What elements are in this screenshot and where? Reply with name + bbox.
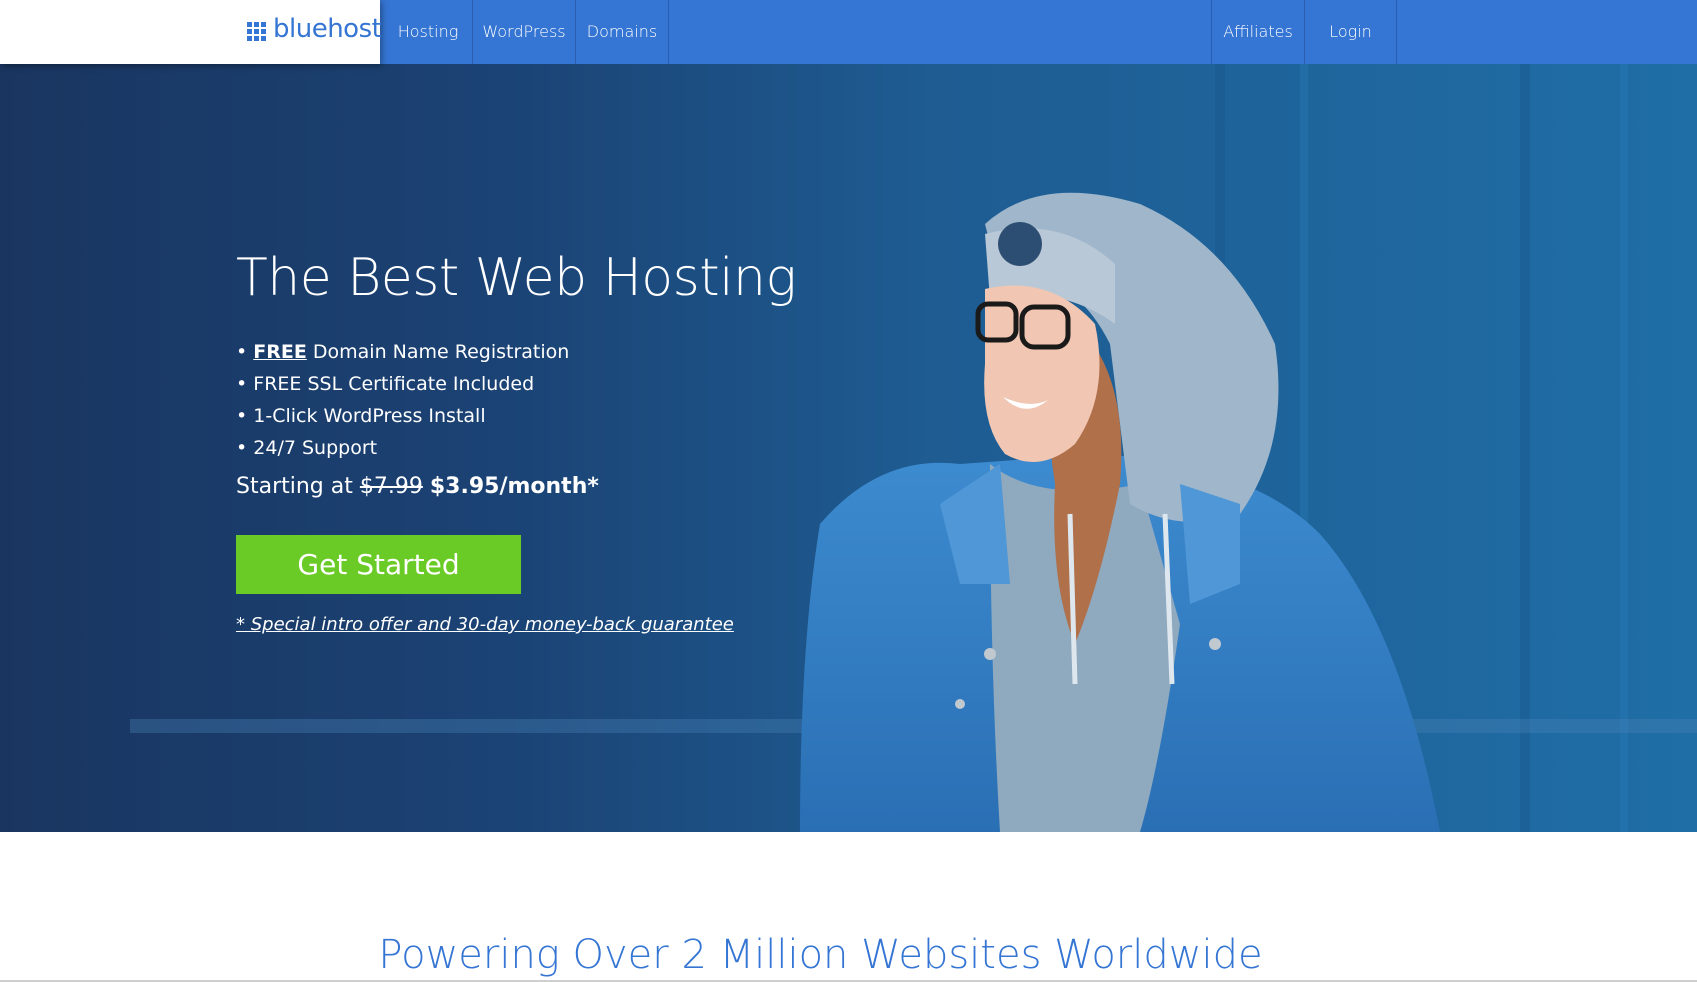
new-price: $3.95/month* xyxy=(429,474,599,499)
nav-item-wordpress[interactable]: WordPress xyxy=(473,0,576,64)
hero-title: The Best Web Hosting xyxy=(236,248,797,308)
list-item: • FREE Domain Name Registration xyxy=(236,341,570,363)
list-item: • FREE SSL Certificate Included xyxy=(236,373,535,395)
price-line: Starting at $7.99 $3.95/month* xyxy=(236,474,599,499)
price-prefix: Starting at xyxy=(236,474,353,499)
nav-item-login[interactable]: Login xyxy=(1304,0,1397,64)
top-navigation: bluehost Hosting WordPress Domains Affil… xyxy=(0,0,1697,64)
feature-list: • FREE Domain Name Registration • FREE S… xyxy=(236,336,569,464)
guarantee-link[interactable]: * Special intro offer and 30-day money-b… xyxy=(236,614,734,635)
get-started-button[interactable]: Get Started xyxy=(236,535,521,594)
nav-item-hosting[interactable]: Hosting xyxy=(384,0,473,64)
logo-text: bluehost xyxy=(273,14,382,44)
hero-banner: The Best Web Hosting • FREE Domain Name … xyxy=(0,64,1697,832)
grid-icon xyxy=(247,22,266,41)
section-heading: Powering Over 2 Million Websites Worldwi… xyxy=(378,932,1263,978)
nav-item-domains[interactable]: Domains xyxy=(576,0,669,64)
nav-item-affiliates[interactable]: Affiliates xyxy=(1211,0,1304,64)
logo-link[interactable]: bluehost xyxy=(0,0,382,64)
free-link[interactable]: FREE xyxy=(253,341,307,363)
old-price: $7.99 xyxy=(359,474,423,499)
list-item: • 1-Click WordPress Install xyxy=(236,405,486,427)
list-item: • 24/7 Support xyxy=(236,437,378,459)
